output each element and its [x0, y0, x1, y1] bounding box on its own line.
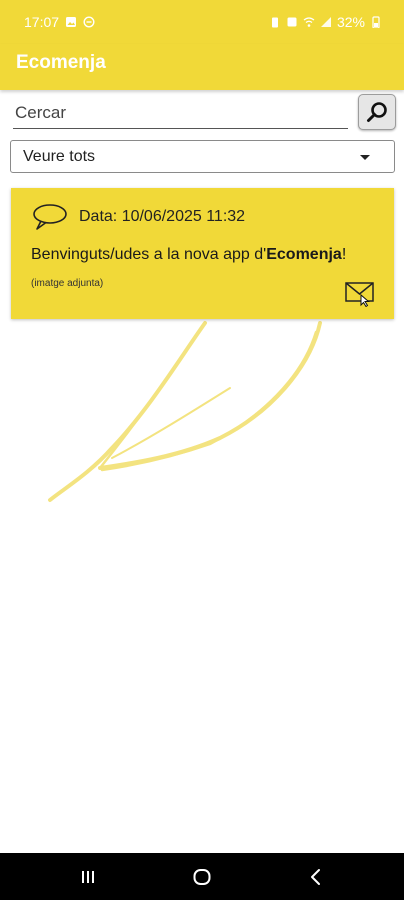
mail-icon[interactable]	[344, 279, 376, 307]
battery-percent: 32%	[336, 14, 365, 30]
message-text-prefix: Benvinguts/udes a la nova app d'	[31, 246, 267, 263]
signal-icon	[320, 17, 331, 27]
search-input[interactable]	[13, 98, 348, 129]
status-left: 17:07	[24, 14, 95, 30]
status-bar: 17:07 32%	[0, 0, 404, 44]
message-date-row: Data: 10/06/2025 11:32	[31, 203, 245, 231]
wifi-icon	[303, 17, 315, 27]
back-icon	[311, 869, 320, 885]
filter-selected-value: Veure tots	[23, 148, 96, 165]
leaf-background-image	[48, 321, 322, 502]
message-date: Data: 10/06/2025 11:32	[79, 208, 246, 225]
app-bar: Ecomenja	[0, 44, 404, 90]
alarm-icon	[287, 17, 297, 27]
battery-saver-icon	[271, 17, 278, 28]
gallery-notification-icon	[66, 17, 77, 27]
home-button[interactable]	[182, 865, 222, 889]
recents-icon	[82, 871, 94, 883]
navigation-bar	[0, 853, 404, 900]
search-icon	[367, 102, 387, 122]
speech-bubble-icon	[33, 204, 67, 230]
message-text: Benvinguts/udes a la nova app d'Ecomenja…	[31, 246, 346, 264]
recents-button[interactable]	[68, 865, 108, 889]
home-icon	[193, 869, 211, 885]
app-title: Ecomenja	[16, 52, 106, 73]
message-attachment-label: (imatge adjunta)	[31, 278, 104, 289]
message-text-suffix: !	[341, 246, 347, 263]
search-button[interactable]	[358, 94, 396, 130]
status-right: 32%	[269, 14, 382, 30]
battery-icon	[372, 16, 380, 28]
filter-dropdown[interactable]: Veure tots	[10, 140, 395, 173]
message-card[interactable]: Data: 10/06/2025 11:32 Benvinguts/udes a…	[11, 188, 394, 319]
message-text-bold: Ecomenja	[266, 246, 342, 263]
minus-circle-icon	[83, 16, 95, 28]
chevron-down-icon	[360, 155, 370, 160]
back-button[interactable]	[296, 865, 336, 889]
status-time: 17:07	[24, 14, 60, 30]
